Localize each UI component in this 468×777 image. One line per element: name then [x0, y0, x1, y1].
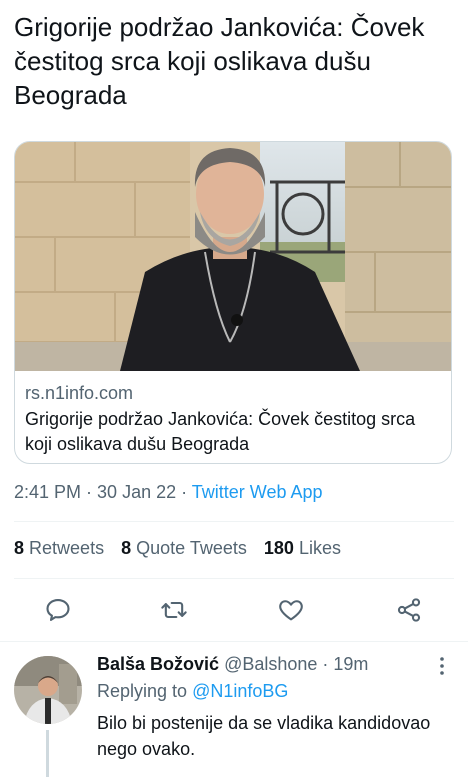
replying-to-label: Replying to: [97, 681, 193, 701]
card-domain: rs.n1info.com: [25, 383, 134, 403]
retweet-icon[interactable]: [160, 596, 188, 624]
link-card[interactable]: rs.n1info.com Grigorije podržao Janković…: [14, 141, 452, 464]
likes-stat[interactable]: 180 Likes: [264, 538, 341, 558]
meta-separator: ·: [176, 482, 192, 502]
quotes-stat[interactable]: 8 Quote Tweets: [121, 538, 247, 558]
reply-separator: ·: [317, 654, 334, 674]
tweet-date[interactable]: 30 Jan 22: [97, 482, 176, 502]
tweet-meta: 2:41 PM · 30 Jan 22 · Twitter Web App: [14, 482, 323, 503]
more-options-icon[interactable]: [434, 656, 450, 676]
divider: [14, 578, 454, 579]
reply-text: Bilo bi postenije da se vladika kandidov…: [97, 713, 431, 759]
quotes-label: Quote Tweets: [136, 538, 247, 558]
retweets-count: 8: [14, 538, 25, 558]
thread-line: [46, 730, 49, 777]
tweet-source-link[interactable]: Twitter Web App: [192, 482, 323, 502]
quotes-count: 8: [121, 538, 132, 558]
meta-separator: ·: [81, 482, 98, 502]
divider: [14, 521, 454, 522]
share-icon[interactable]: [395, 596, 423, 624]
reply-header: Balša Božović @Balshone · 19m: [97, 654, 368, 675]
tweet-stats: 8 Retweets 8 Quote Tweets 180 Likes: [14, 538, 341, 559]
photo-priest-icon: [15, 142, 451, 371]
retweets-stat[interactable]: 8 Retweets: [14, 538, 104, 558]
reply-icon[interactable]: [44, 596, 72, 624]
replying-to-mention[interactable]: @N1infoBG: [192, 681, 288, 701]
avatar-photo-icon: [14, 656, 82, 724]
tweet-actions: [0, 590, 468, 630]
likes-label: Likes: [298, 538, 341, 558]
card-title: Grigorije podržao Jankovića: Čovek česti…: [25, 409, 416, 454]
reply-author-name[interactable]: Balša Božović: [97, 654, 219, 674]
replying-to: Replying to @N1infoBG: [97, 681, 288, 702]
heart-icon[interactable]: [277, 596, 305, 624]
divider: [0, 641, 468, 642]
tweet-text: Grigorije podržao Jankovića: Čovek česti…: [14, 12, 425, 110]
avatar[interactable]: [14, 656, 82, 724]
tweet-time: 2:41 PM: [14, 482, 82, 502]
retweets-label: Retweets: [29, 538, 105, 558]
likes-count: 180: [263, 538, 294, 558]
reply-author-handle[interactable]: @Balshone: [224, 654, 317, 674]
reply-time[interactable]: 19m: [333, 654, 368, 674]
